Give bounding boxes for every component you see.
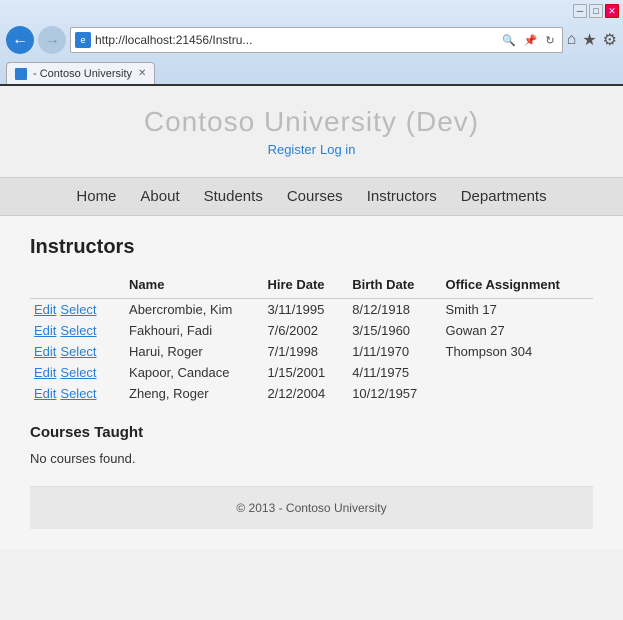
- hire-date: 3/11/1995: [263, 299, 348, 321]
- office-assignment: Smith 17: [442, 299, 594, 321]
- content-area: Instructors Name Hire Date Birth Date Of…: [0, 216, 623, 549]
- site-header: Contoso University (Dev) Register Log in: [0, 86, 623, 177]
- instructor-name: Abercrombie, Kim: [125, 299, 263, 321]
- edit-button[interactable]: Edit: [34, 344, 56, 359]
- no-courses-message: No courses found.: [30, 451, 593, 466]
- nav-home[interactable]: Home: [76, 188, 116, 205]
- minimize-button[interactable]: ─: [573, 4, 587, 18]
- edit-button[interactable]: Edit: [34, 302, 56, 317]
- search-icon[interactable]: 🔍: [499, 33, 519, 48]
- page-footer: © 2013 - Contoso University: [30, 486, 593, 529]
- birth-date: 8/12/1918: [348, 299, 441, 321]
- home-icon[interactable]: ⌂: [567, 31, 577, 49]
- nav-courses[interactable]: Courses: [287, 188, 343, 205]
- close-button[interactable]: ✕: [605, 4, 619, 18]
- favorites-icon[interactable]: ★: [582, 30, 596, 50]
- row-actions: Edit Select: [30, 362, 125, 383]
- col-actions: [30, 273, 125, 299]
- birth-date: 3/15/1960: [348, 320, 441, 341]
- settings-icon[interactable]: ⚙: [603, 30, 617, 50]
- instructor-name: Zheng, Roger: [125, 383, 263, 404]
- birth-date: 10/12/1957: [348, 383, 441, 404]
- nav-bar: ← → e http://localhost:21456/Instru... 🔍…: [0, 22, 623, 58]
- register-link[interactable]: Register: [268, 142, 316, 157]
- address-icons: 🔍 📌 ↻: [499, 33, 558, 48]
- birth-date: 1/11/1970: [348, 341, 441, 362]
- url-display: http://localhost:21456/Instru...: [95, 33, 495, 47]
- tab-favicon: [15, 68, 27, 80]
- page-content: Contoso University (Dev) Register Log in…: [0, 86, 623, 620]
- col-hire-date: Hire Date: [263, 273, 348, 299]
- site-title: Contoso University (Dev): [0, 106, 623, 138]
- row-actions: Edit Select: [30, 341, 125, 362]
- tab-close-button[interactable]: ✕: [138, 68, 146, 79]
- office-assignment: [442, 362, 594, 383]
- hire-date: 2/12/2004: [263, 383, 348, 404]
- tab-label: - Contoso University: [33, 68, 132, 80]
- hire-date: 7/6/2002: [263, 320, 348, 341]
- office-assignment: [442, 383, 594, 404]
- select-button[interactable]: Select: [60, 302, 96, 317]
- select-button[interactable]: Select: [60, 365, 96, 380]
- forward-button[interactable]: →: [38, 26, 66, 54]
- table-row: Edit Select Abercrombie, Kim3/11/19958/12/…: [30, 299, 593, 321]
- table-row: Edit Select Zheng, Roger2/12/200410/12/195…: [30, 383, 593, 404]
- edit-button[interactable]: Edit: [34, 386, 56, 401]
- table-row: Edit Select Harui, Roger7/1/19981/11/1970T…: [30, 341, 593, 362]
- table-row: Edit Select Fakhouri, Fadi7/6/20023/15/196…: [30, 320, 593, 341]
- nav-about[interactable]: About: [140, 188, 179, 205]
- row-actions: Edit Select: [30, 383, 125, 404]
- birth-date: 4/11/1975: [348, 362, 441, 383]
- hire-date: 1/15/2001: [263, 362, 348, 383]
- edit-button[interactable]: Edit: [34, 323, 56, 338]
- col-name: Name: [125, 273, 263, 299]
- title-bar: ─ □ ✕: [0, 0, 623, 22]
- active-tab[interactable]: - Contoso University ✕: [6, 62, 155, 84]
- col-birth-date: Birth Date: [348, 273, 441, 299]
- instructors-table: Name Hire Date Birth Date Office Assignm…: [30, 273, 593, 404]
- table-row: Edit Select Kapoor, Candace1/15/20014/11/1…: [30, 362, 593, 383]
- refresh-icon[interactable]: ↻: [542, 33, 557, 48]
- toolbar-right: ⌂ ★ ⚙: [567, 30, 617, 50]
- auth-links: Register Log in: [0, 142, 623, 157]
- tab-bar: - Contoso University ✕: [0, 58, 623, 84]
- instructor-name: Fakhouri, Fadi: [125, 320, 263, 341]
- row-actions: Edit Select: [30, 299, 125, 321]
- pin-icon[interactable]: 📌: [521, 33, 541, 48]
- select-button[interactable]: Select: [60, 344, 96, 359]
- hire-date: 7/1/1998: [263, 341, 348, 362]
- office-assignment: Gowan 27: [442, 320, 594, 341]
- select-button[interactable]: Select: [60, 323, 96, 338]
- page-heading: Instructors: [30, 236, 593, 259]
- nav-instructors[interactable]: Instructors: [367, 188, 437, 205]
- instructor-name: Kapoor, Candace: [125, 362, 263, 383]
- address-bar[interactable]: e http://localhost:21456/Instru... 🔍 📌 ↻: [70, 27, 563, 53]
- row-actions: Edit Select: [30, 320, 125, 341]
- login-link[interactable]: Log in: [320, 142, 355, 157]
- maximize-button[interactable]: □: [589, 4, 603, 18]
- office-assignment: Thompson 304: [442, 341, 594, 362]
- select-button[interactable]: Select: [60, 386, 96, 401]
- nav-departments[interactable]: Departments: [461, 188, 547, 205]
- courses-taught-heading: Courses Taught: [30, 424, 593, 441]
- main-nav: Home About Students Courses Instructors …: [0, 177, 623, 216]
- instructor-name: Harui, Roger: [125, 341, 263, 362]
- nav-students[interactable]: Students: [204, 188, 263, 205]
- address-favicon: e: [75, 32, 91, 48]
- edit-button[interactable]: Edit: [34, 365, 56, 380]
- col-office: Office Assignment: [442, 273, 594, 299]
- back-button[interactable]: ←: [6, 26, 34, 54]
